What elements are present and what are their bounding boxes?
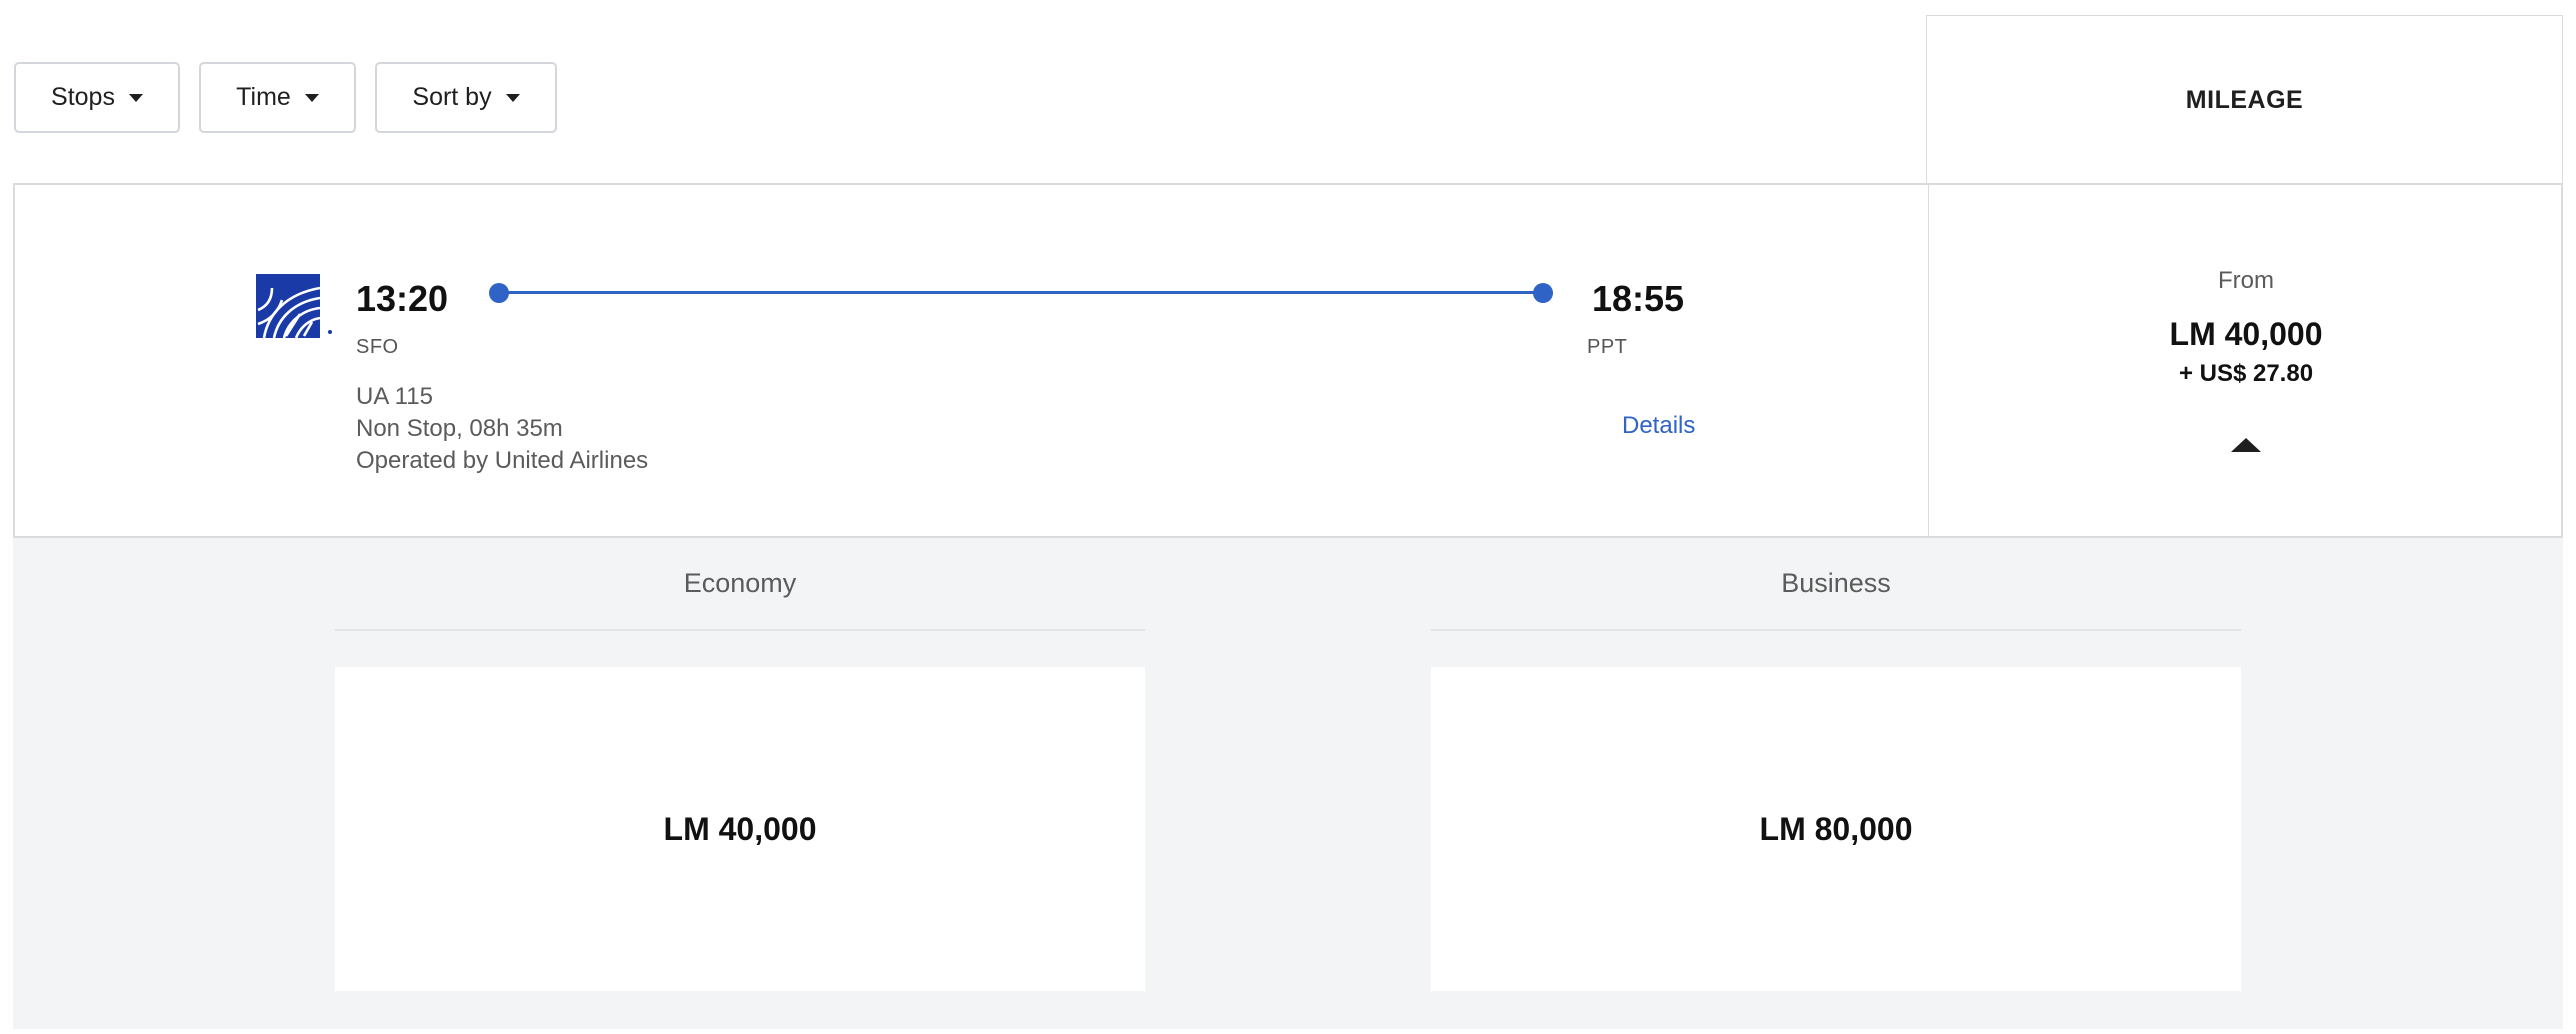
route-line-bar [499, 291, 1543, 294]
chevron-down-icon [505, 93, 520, 102]
departure-time: 13:20 [356, 278, 449, 319]
economy-fare-column: Economy LM 40,000 [335, 538, 1145, 991]
united-globe-icon [256, 274, 332, 339]
economy-fare-card[interactable]: LM 40,000 [335, 667, 1145, 991]
mileage-price-cell[interactable]: From LM 40,000 + US$ 27.80 [1928, 185, 2563, 536]
route-line [489, 283, 1553, 303]
arrival-airport-code: PPT [1587, 336, 1628, 358]
stops-filter-button[interactable]: Stops [14, 62, 180, 133]
details-link[interactable]: Details [1622, 412, 1695, 440]
price-tax: + US$ 27.80 [2178, 360, 2314, 387]
sort-by-label: Sort by [412, 83, 492, 111]
time-filter-button[interactable]: Time [199, 62, 356, 133]
economy-fare-title: Economy [335, 538, 1145, 631]
flight-meta: UA 115 Non Stop, 08h 35m Operated by Uni… [356, 381, 648, 477]
price-miles: LM 40,000 [2169, 316, 2323, 352]
business-fare-title: Business [1431, 538, 2241, 631]
chevron-down-icon [128, 93, 143, 102]
business-fare-column: Business LM 80,000 [1431, 538, 2241, 991]
flight-result-row: 13:20 SFO 18:55 PPT UA 115 Non Stop, 08h… [13, 183, 2563, 538]
business-fare-card[interactable]: LM 80,000 [1431, 667, 2241, 991]
flight-info: 13:20 SFO 18:55 PPT UA 115 Non Stop, 08h… [15, 185, 1928, 536]
stops-filter-label: Stops [51, 83, 115, 111]
business-fare-price: LM 80,000 [1759, 810, 1913, 847]
arrival-time: 18:55 [1592, 278, 1685, 319]
chevron-up-icon[interactable] [2231, 438, 2261, 452]
price-from-label: From [2218, 267, 2274, 294]
mileage-column-header: MILEAGE [1926, 15, 2563, 184]
filter-bar: Stops Time Sort by [14, 62, 557, 133]
fare-options-panel: Economy LM 40,000 Business LM 80,000 [13, 538, 2563, 1029]
flight-duration: Non Stop, 08h 35m [356, 415, 563, 442]
time-filter-label: Time [236, 83, 291, 111]
departure-airport-code: SFO [356, 336, 399, 358]
route-end-dot [1533, 283, 1553, 303]
flight-number: UA 115 [356, 383, 433, 410]
flight-operator: Operated by United Airlines [356, 447, 649, 474]
chevron-down-icon [304, 93, 319, 102]
sort-by-button[interactable]: Sort by [375, 62, 557, 133]
route-start-dot [489, 283, 509, 303]
economy-fare-price: LM 40,000 [663, 810, 817, 847]
